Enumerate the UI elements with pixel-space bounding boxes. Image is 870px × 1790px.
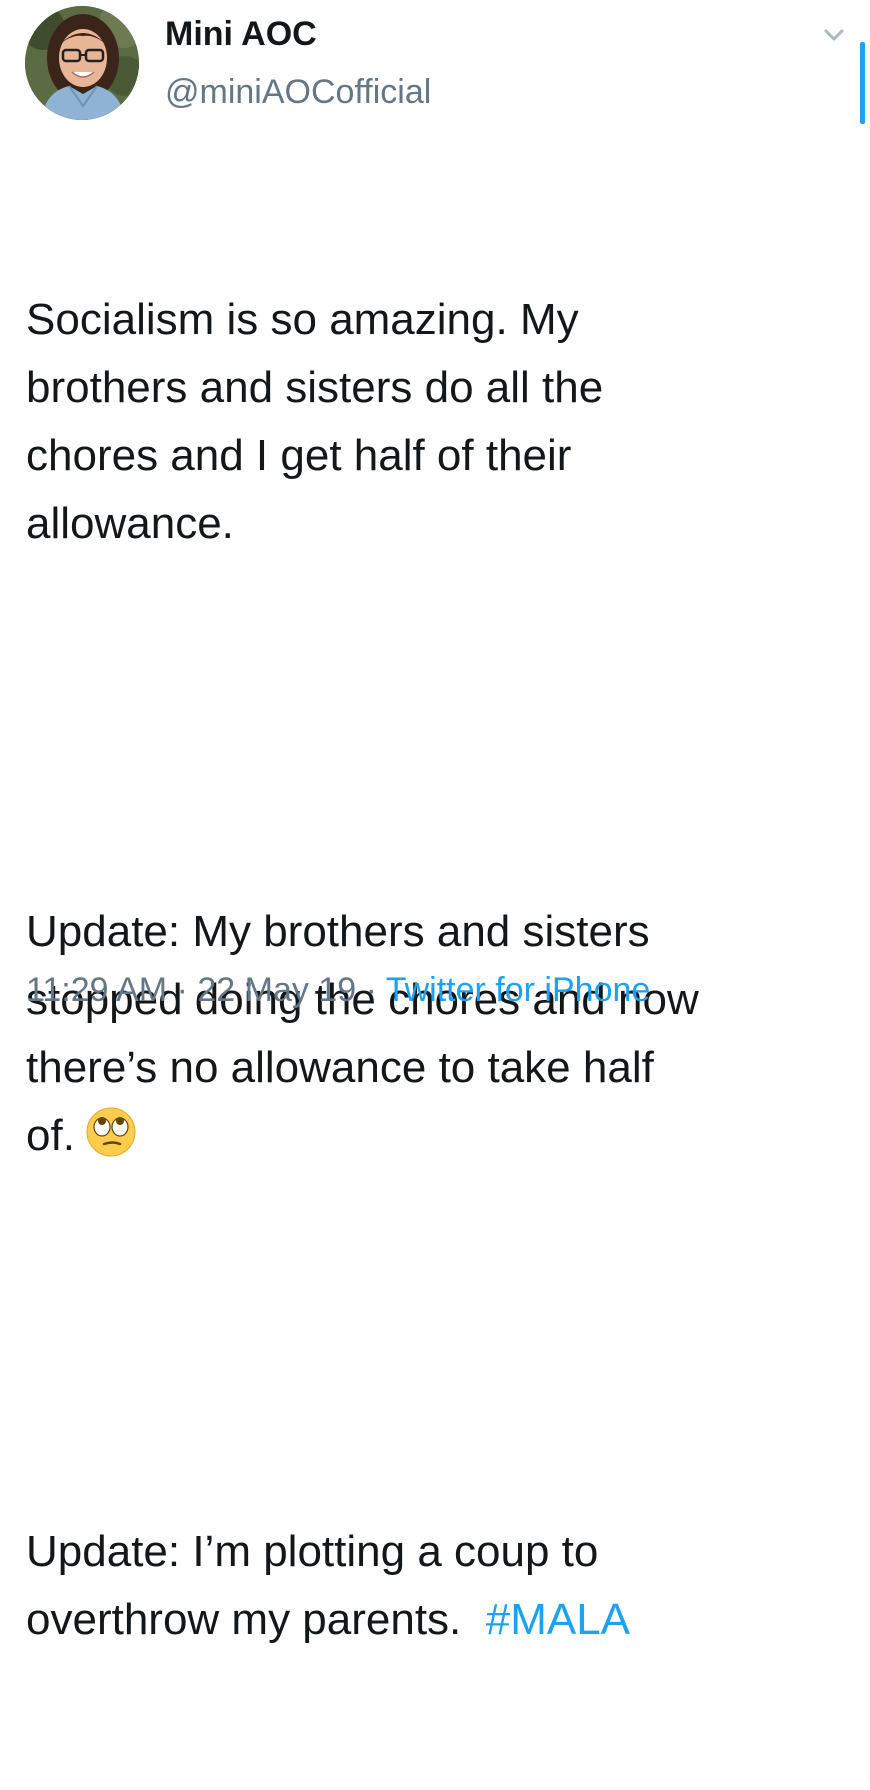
hashtag-link[interactable]: #MALA [486, 1595, 630, 1644]
tweet-paragraph-1: Socialism is so amazing. My brothers and… [26, 295, 604, 548]
author-display-name[interactable]: Mini AOC [165, 14, 317, 54]
meta-separator: · [356, 971, 386, 1009]
scroll-indicator [860, 42, 865, 124]
meta-separator: · [167, 971, 198, 1009]
author-handle[interactable]: @miniAOCofficial [165, 72, 431, 112]
tweet-time: 11:29 AM [26, 971, 168, 1009]
face-with-rolling-eyes-icon [85, 1106, 137, 1178]
chevron-down-icon[interactable] [820, 25, 848, 45]
tweet-meta: 11:29 AM · 22 May 19 · Twitter for iPhon… [26, 968, 650, 1012]
profile-photo-icon [25, 6, 139, 120]
tweet-paragraph-3: Update: I’m plotting a coup to overthrow… [26, 1518, 866, 1654]
tweet-source-link[interactable]: Twitter for iPhone [386, 971, 651, 1009]
tweet-card: Mini AOC @miniAOCofficial Socialism is s… [0, 0, 870, 1644]
tweet-date: 22 May 19 [197, 971, 357, 1009]
avatar[interactable] [25, 6, 139, 120]
tweet-paragraph-2: Update: My brothers and sisters stopped … [26, 898, 866, 1178]
